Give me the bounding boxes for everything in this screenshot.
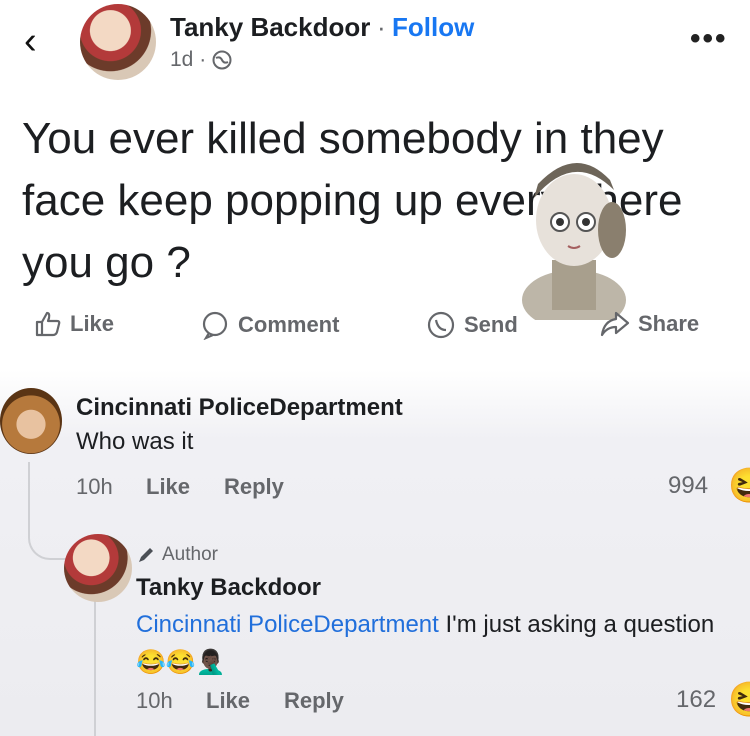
comment-action-button[interactable]: Comment: [200, 310, 339, 340]
mention-link[interactable]: Cincinnati PoliceDepartment: [136, 611, 439, 638]
commenter-avatar[interactable]: [0, 388, 62, 454]
like-action-button[interactable]: Like: [34, 310, 114, 338]
pencil-icon: [136, 545, 156, 565]
laughing-reaction-icon[interactable]: 😆: [728, 680, 750, 720]
reply-time: 10h: [136, 688, 173, 713]
back-button[interactable]: ‹: [24, 22, 37, 60]
reply-like-button[interactable]: Like: [206, 688, 250, 714]
reply-reply-button[interactable]: Reply: [284, 688, 344, 714]
messenger-icon: [426, 310, 456, 340]
globe-icon: [212, 50, 232, 70]
more-options-button[interactable]: •••: [690, 22, 728, 56]
share-arrow-icon: [600, 310, 630, 338]
post-time: 1d ·: [170, 48, 207, 71]
reply-body: I'm just asking a question: [438, 611, 715, 638]
laughing-reaction-icon[interactable]: 😆: [728, 466, 750, 506]
reply-text: Cincinnati PoliceDepartment I'm just ask…: [136, 606, 736, 682]
chevron-left-icon: ‹: [24, 20, 37, 62]
post-text: You ever killed somebody in they face ke…: [22, 114, 683, 287]
reply-author-avatar[interactable]: [64, 534, 132, 602]
reply-reaction-count[interactable]: 162: [676, 686, 716, 714]
post-meta: 1d ·: [170, 48, 232, 72]
comment-time: 10h: [76, 474, 113, 499]
comment-reply-button[interactable]: Reply: [224, 474, 284, 500]
author-badge: Author: [136, 544, 218, 566]
share-action-button[interactable]: Share: [600, 310, 699, 338]
share-action-label: Share: [638, 311, 700, 336]
comment-text: Who was it: [76, 428, 194, 455]
post-author-name[interactable]: Tanky Backdoor: [170, 12, 370, 43]
reply-author-name[interactable]: Tanky Backdoor: [136, 574, 321, 602]
follow-separator: ·: [377, 12, 386, 42]
send-action-button[interactable]: Send: [426, 310, 518, 340]
comment-like-button[interactable]: Like: [146, 474, 190, 500]
emoji-sequence: 😂😂🤦🏿‍♂️: [136, 649, 226, 676]
doll-character-image: [516, 150, 634, 320]
thread-connector: [28, 462, 68, 560]
comment-author-name[interactable]: Cincinnati PoliceDepartment: [76, 394, 403, 422]
like-action-label: Like: [70, 311, 115, 336]
thread-line: [94, 600, 96, 736]
author-avatar[interactable]: [80, 4, 156, 80]
follow-button[interactable]: Follow: [392, 12, 474, 43]
reaction-count[interactable]: 994: [668, 472, 708, 500]
thumbs-up-icon: [34, 310, 62, 338]
comment-bubble-icon: [200, 310, 230, 340]
comment-action-label: Comment: [238, 312, 340, 337]
send-action-label: Send: [464, 312, 518, 337]
author-badge-label: Author: [162, 544, 218, 565]
